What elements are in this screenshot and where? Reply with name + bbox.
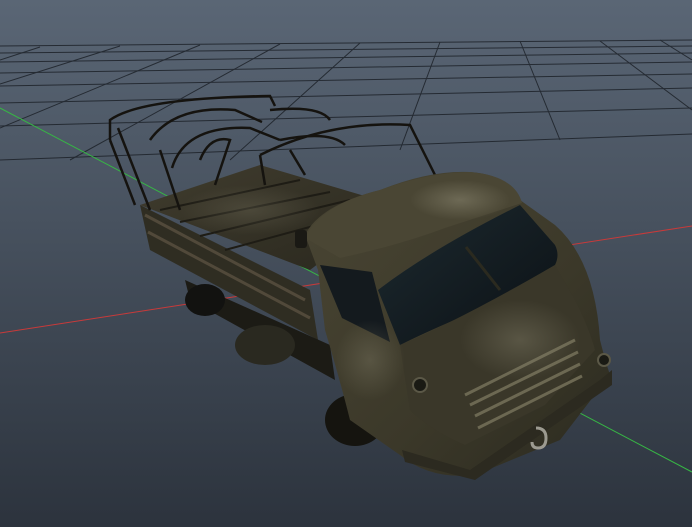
viewport-canvas[interactable] (0, 0, 692, 527)
side-mirror (295, 230, 307, 248)
rear-wheel (185, 284, 225, 316)
3d-viewport[interactable] (0, 0, 692, 527)
left-headlight (412, 377, 428, 393)
fuel-tank (235, 325, 295, 365)
right-headlight (597, 353, 611, 367)
